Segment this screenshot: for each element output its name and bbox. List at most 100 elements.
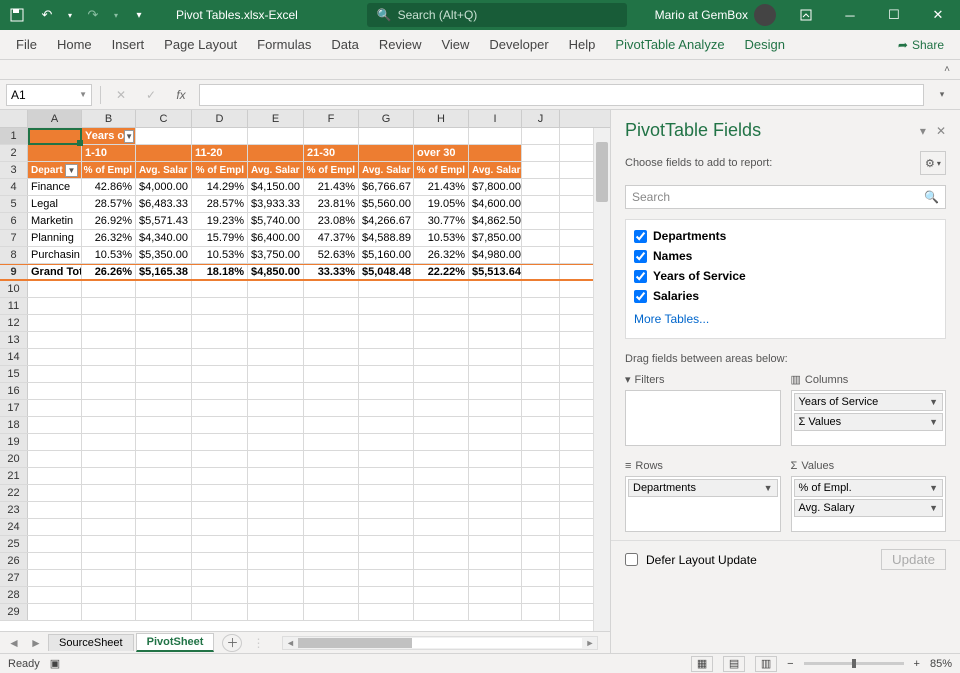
- cell-17-D[interactable]: [192, 400, 248, 416]
- cell-7-F[interactable]: 47.37%: [304, 230, 359, 246]
- cell-12-J[interactable]: [522, 315, 560, 331]
- tab-file[interactable]: File: [6, 30, 47, 59]
- cell-17-A[interactable]: [28, 400, 82, 416]
- cell-7-J[interactable]: [522, 230, 560, 246]
- cell-23-B[interactable]: [82, 502, 136, 518]
- cell-22-J[interactable]: [522, 485, 560, 501]
- share-button[interactable]: ➦ Share: [888, 31, 954, 59]
- sheet-nav-next[interactable]: ►: [26, 634, 46, 652]
- cell-5-D[interactable]: 28.57%: [192, 196, 248, 212]
- cell-26-B[interactable]: [82, 553, 136, 569]
- cell-13-I[interactable]: [469, 332, 522, 348]
- cell-29-H[interactable]: [414, 604, 469, 620]
- cell-6-C[interactable]: $5,571.43: [136, 213, 192, 229]
- tab-data[interactable]: Data: [321, 30, 368, 59]
- cell-20-B[interactable]: [82, 451, 136, 467]
- cell-15-D[interactable]: [192, 366, 248, 382]
- cell-8-J[interactable]: [522, 247, 560, 263]
- cell-4-J[interactable]: [522, 179, 560, 195]
- cell-19-A[interactable]: [28, 434, 82, 450]
- cell-26-J[interactable]: [522, 553, 560, 569]
- cell-17-J[interactable]: [522, 400, 560, 416]
- cell-10-C[interactable]: [136, 281, 192, 297]
- cell-24-A[interactable]: [28, 519, 82, 535]
- cell-24-G[interactable]: [359, 519, 414, 535]
- tab-view[interactable]: View: [431, 30, 479, 59]
- cell-21-C[interactable]: [136, 468, 192, 484]
- col-header-g[interactable]: G: [359, 110, 414, 127]
- cell-19-F[interactable]: [304, 434, 359, 450]
- cell-29-D[interactable]: [192, 604, 248, 620]
- field-search[interactable]: Search 🔍: [625, 185, 946, 209]
- cell-29-G[interactable]: [359, 604, 414, 620]
- cell-5-H[interactable]: 19.05%: [414, 196, 469, 212]
- cell-22-A[interactable]: [28, 485, 82, 501]
- cell-5-I[interactable]: $4,600.00: [469, 196, 522, 212]
- cell-28-J[interactable]: [522, 587, 560, 603]
- cell-21-E[interactable]: [248, 468, 304, 484]
- cell-8-B[interactable]: 10.53%: [82, 247, 136, 263]
- horizontal-scrollbar[interactable]: ◄ ►: [282, 636, 598, 650]
- cell-16-I[interactable]: [469, 383, 522, 399]
- pivot-row-legal[interactable]: Legal: [28, 196, 82, 212]
- col-header-b[interactable]: B: [82, 110, 136, 127]
- formula-expand-button[interactable]: ▾: [930, 84, 954, 106]
- cell-10-D[interactable]: [192, 281, 248, 297]
- cell-24-I[interactable]: [469, 519, 522, 535]
- cell-5-J[interactable]: [522, 196, 560, 212]
- cell-19-J[interactable]: [522, 434, 560, 450]
- update-button[interactable]: Update: [881, 549, 946, 570]
- cell-11-B[interactable]: [82, 298, 136, 314]
- row-header-2[interactable]: 2: [0, 145, 28, 161]
- cell-25-D[interactable]: [192, 536, 248, 552]
- cell-13-A[interactable]: [28, 332, 82, 348]
- tab-page-layout[interactable]: Page Layout: [154, 30, 247, 59]
- values-area[interactable]: % of Empl.▼ Avg. Salary▼: [791, 476, 947, 532]
- name-box[interactable]: A1 ▼: [6, 84, 92, 106]
- cell-23-A[interactable]: [28, 502, 82, 518]
- cell-14-I[interactable]: [469, 349, 522, 365]
- fx-button[interactable]: fx: [169, 84, 193, 106]
- cell-12-F[interactable]: [304, 315, 359, 331]
- cell-15-I[interactable]: [469, 366, 522, 382]
- cell-7-I[interactable]: $7,850.00: [469, 230, 522, 246]
- cell-27-I[interactable]: [469, 570, 522, 586]
- cell-24-B[interactable]: [82, 519, 136, 535]
- cell-23-J[interactable]: [522, 502, 560, 518]
- cell-24-H[interactable]: [414, 519, 469, 535]
- cell-28-C[interactable]: [136, 587, 192, 603]
- cell-18-B[interactable]: [82, 417, 136, 433]
- cell-19-C[interactable]: [136, 434, 192, 450]
- cell-13-J[interactable]: [522, 332, 560, 348]
- cell-18-H[interactable]: [414, 417, 469, 433]
- cell-8-G[interactable]: $5,160.00: [359, 247, 414, 263]
- search-box[interactable]: 🔍 Search (Alt+Q): [367, 3, 627, 27]
- undo-dropdown[interactable]: ▾: [64, 2, 76, 28]
- cell-23-E[interactable]: [248, 502, 304, 518]
- cell-29-C[interactable]: [136, 604, 192, 620]
- row-header-15[interactable]: 15: [0, 366, 28, 382]
- cell-21-A[interactable]: [28, 468, 82, 484]
- cell-17-G[interactable]: [359, 400, 414, 416]
- cell-28-A[interactable]: [28, 587, 82, 603]
- cell-1-D[interactable]: [192, 128, 248, 144]
- cell-20-J[interactable]: [522, 451, 560, 467]
- cell-16-F[interactable]: [304, 383, 359, 399]
- cell-9-G[interactable]: $5,048.48: [359, 265, 414, 279]
- cell-3-H[interactable]: % of Empl: [414, 162, 469, 178]
- cell-1-A[interactable]: [28, 128, 82, 144]
- row-header-10[interactable]: 10: [0, 281, 28, 297]
- cell-28-B[interactable]: [82, 587, 136, 603]
- row-header-4[interactable]: 4: [0, 179, 28, 195]
- cell-27-D[interactable]: [192, 570, 248, 586]
- cell-17-B[interactable]: [82, 400, 136, 416]
- cell-26-E[interactable]: [248, 553, 304, 569]
- pivot-row-finance[interactable]: Finance: [28, 179, 82, 195]
- col-header-j[interactable]: J: [522, 110, 560, 127]
- cell-16-H[interactable]: [414, 383, 469, 399]
- cell-13-G[interactable]: [359, 332, 414, 348]
- cell-6-G[interactable]: $4,266.67: [359, 213, 414, 229]
- cell-1-E[interactable]: [248, 128, 304, 144]
- cell-4-F[interactable]: 21.43%: [304, 179, 359, 195]
- cell-18-E[interactable]: [248, 417, 304, 433]
